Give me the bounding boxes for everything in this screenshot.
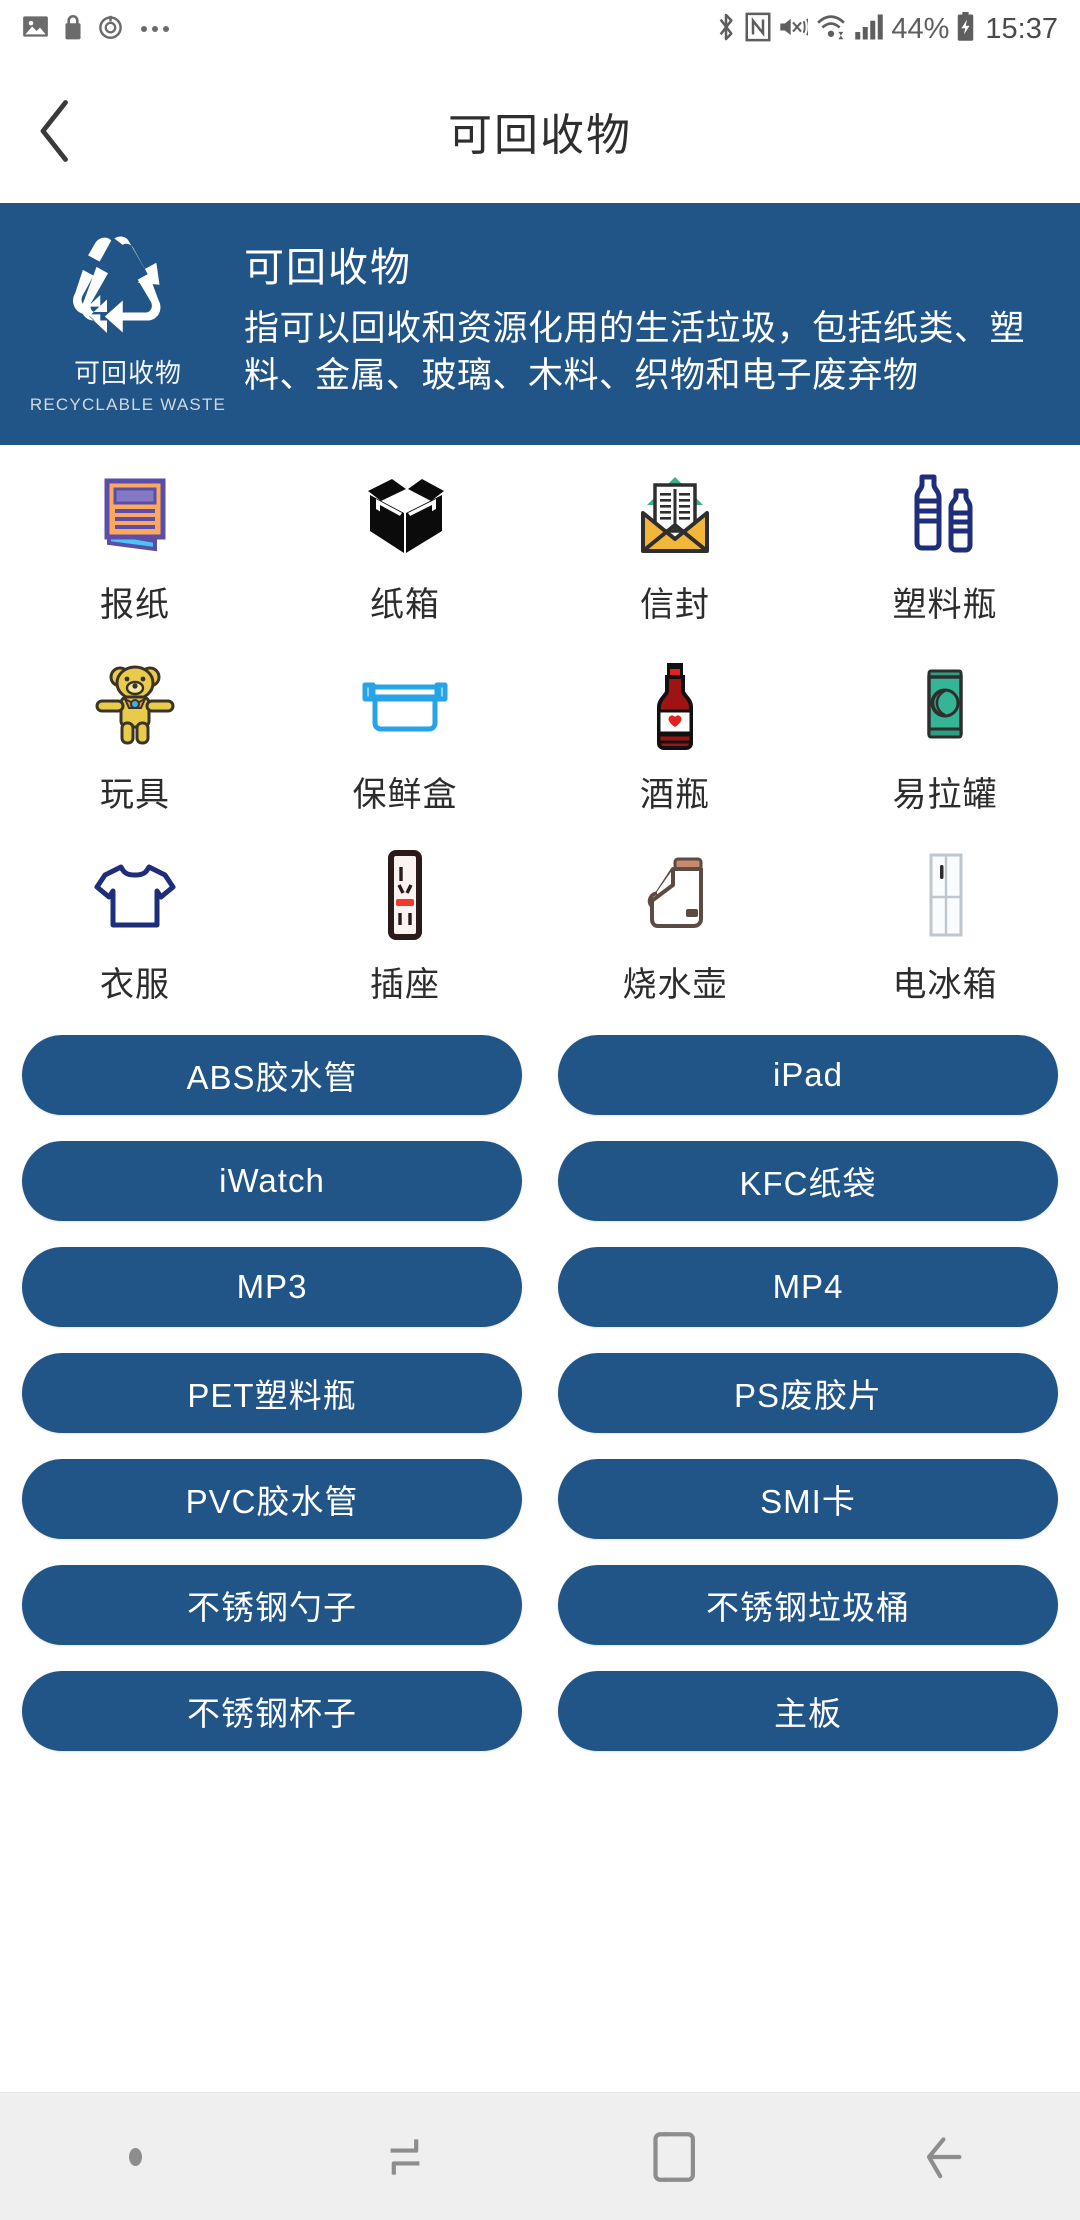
app-screen: 44% 15:37 可回收物 可回收物 RECYCLABLE WASTE 可回收…: [0, 0, 1080, 2220]
banner-text-block: 可回收物 指可以回收和资源化用的生活垃圾，包括纸类、塑料、金属、玻璃、木料、织物…: [228, 248, 1046, 399]
grid-item-newspaper[interactable]: 报纸: [0, 453, 270, 643]
teddy-bear-icon: [89, 657, 181, 753]
grid-row: 报纸 纸箱 信封 塑料瓶: [0, 453, 1080, 643]
keyword-pill[interactable]: KFC纸袋: [558, 1141, 1058, 1221]
tshirt-icon: [87, 847, 183, 943]
chevron-left-icon: [40, 99, 68, 162]
keyword-pill[interactable]: 不锈钢垃圾桶: [558, 1565, 1058, 1645]
banner-logo-label-cn: 可回收物: [73, 357, 182, 388]
bluetooth-icon: [714, 11, 738, 48]
grid-item-label: 信封: [640, 586, 710, 624]
nfc-icon: [745, 12, 771, 47]
newspaper-icon: [89, 467, 181, 563]
pill-row: iWatch KFC纸袋: [22, 1141, 1058, 1221]
grid-item-toy[interactable]: 玩具: [0, 643, 270, 833]
home-icon: [653, 2131, 695, 2182]
pill-row: PET塑料瓶 PS废胶片: [22, 1353, 1058, 1433]
banner-logo-block: 可回收物 RECYCLABLE WASTE: [28, 234, 228, 415]
keyword-pill[interactable]: ABS胶水管: [22, 1035, 522, 1115]
battery-charging-icon: [956, 11, 975, 47]
refrigerator-icon: [899, 847, 991, 943]
grid-item-wine-bottle[interactable]: 酒瓶: [540, 643, 810, 833]
grid-item-carton-box[interactable]: 纸箱: [270, 453, 540, 643]
dot-indicator-icon: [128, 2147, 142, 2166]
keyword-pill[interactable]: 不锈钢杯子: [22, 1671, 522, 1751]
item-icon-grid: 报纸 纸箱 信封 塑料瓶 玩具 保鲜盒 酒瓶 易拉罐 衣服 插座 烧水壶 电冰箱: [0, 445, 1080, 1029]
grid-item-label: 插座: [370, 966, 440, 1004]
nav-back-button[interactable]: [810, 2093, 1080, 2220]
grid-item-label: 衣服: [100, 966, 170, 1004]
kettle-icon: [629, 847, 721, 943]
banner-description: 指可以回收和资源化用的生活垃圾，包括纸类、塑料、金属、玻璃、木料、织物和电子废弃…: [244, 309, 1026, 395]
status-bar-left: [22, 13, 169, 46]
banner-title: 可回收物: [244, 246, 412, 291]
keyword-pill[interactable]: PET塑料瓶: [22, 1353, 522, 1433]
keyword-pill[interactable]: 不锈钢勺子: [22, 1565, 522, 1645]
item-keyword-list: ABS胶水管 iPad iWatch KFC纸袋 MP3 MP4 PET塑料瓶 …: [0, 1029, 1080, 2092]
back-button[interactable]: [0, 58, 110, 203]
grid-item-label: 纸箱: [370, 586, 440, 624]
alarm-icon: [97, 13, 124, 45]
pill-row: MP3 MP4: [22, 1247, 1058, 1327]
grid-item-plastic-bottle[interactable]: 塑料瓶: [810, 453, 1080, 643]
food-container-icon: [357, 657, 453, 753]
soda-can-icon: [899, 657, 991, 753]
nav-home-button[interactable]: [540, 2093, 810, 2220]
more-icon: [141, 26, 169, 32]
clock: 15:37: [985, 12, 1058, 45]
grid-item-refrigerator[interactable]: 电冰箱: [810, 833, 1080, 1023]
keyword-pill[interactable]: iWatch: [22, 1141, 522, 1221]
status-bar: 44% 15:37: [0, 0, 1080, 58]
grid-row: 衣服 插座 烧水壶 电冰箱: [0, 833, 1080, 1023]
grid-item-clothes[interactable]: 衣服: [0, 833, 270, 1023]
recents-icon: [390, 2138, 420, 2175]
grid-item-label: 易拉罐: [892, 776, 998, 814]
keyword-pill[interactable]: SMI卡: [558, 1459, 1058, 1539]
grid-item-food-container[interactable]: 保鲜盒: [270, 643, 540, 833]
grid-item-label: 玩具: [100, 776, 170, 814]
plastic-bottle-icon: [898, 467, 992, 563]
wifi-icon: [815, 12, 847, 47]
grid-item-label: 塑料瓶: [892, 586, 998, 624]
envelope-icon: [629, 467, 721, 563]
carton-box-icon: [356, 467, 454, 563]
system-nav-bar: [0, 2092, 1080, 2220]
grid-item-label: 酒瓶: [640, 776, 710, 814]
grid-row: 玩具 保鲜盒 酒瓶 易拉罐: [0, 643, 1080, 833]
back-icon: [926, 2136, 962, 2178]
pill-row: PVC胶水管 SMI卡: [22, 1459, 1058, 1539]
pill-row: 不锈钢勺子 不锈钢垃圾桶: [22, 1565, 1058, 1645]
banner-logo-label-en: RECYCLABLE WASTE: [29, 394, 227, 414]
wine-bottle-icon: [629, 657, 721, 753]
keyword-pill[interactable]: PS废胶片: [558, 1353, 1058, 1433]
keyword-pill[interactable]: 主板: [558, 1671, 1058, 1751]
mute-vibrate-icon: [778, 12, 811, 47]
keyword-pill[interactable]: PVC胶水管: [22, 1459, 522, 1539]
nav-recents-button[interactable]: [270, 2093, 540, 2220]
recycle-icon: [73, 235, 161, 333]
grid-item-label: 烧水壶: [622, 966, 728, 1004]
power-socket-icon: [359, 847, 451, 943]
grid-item-kettle[interactable]: 烧水壶: [540, 833, 810, 1023]
pill-row: 不锈钢杯子 主板: [22, 1671, 1058, 1751]
grid-item-power-socket[interactable]: 插座: [270, 833, 540, 1023]
grid-item-soda-can[interactable]: 易拉罐: [810, 643, 1080, 833]
category-banner: 可回收物 RECYCLABLE WASTE 可回收物 指可以回收和资源化用的生活…: [0, 203, 1080, 445]
keyword-pill[interactable]: MP3: [22, 1247, 522, 1327]
image-icon: [22, 13, 49, 45]
grid-item-label: 电冰箱: [892, 966, 998, 1004]
battery-percent: 44%: [891, 12, 950, 45]
lock-icon: [62, 13, 84, 46]
nav-dot-indicator[interactable]: [0, 2093, 270, 2220]
pill-row: ABS胶水管 iPad: [22, 1035, 1058, 1115]
grid-item-envelope[interactable]: 信封: [540, 453, 810, 643]
signal-icon: [854, 12, 884, 47]
grid-item-label: 报纸: [100, 586, 170, 624]
keyword-pill[interactable]: iPad: [558, 1035, 1058, 1115]
app-bar: 可回收物: [0, 58, 1080, 203]
grid-item-label: 保鲜盒: [352, 776, 458, 814]
page-title: 可回收物: [448, 110, 632, 160]
status-bar-right: 44% 15:37: [714, 11, 1058, 48]
keyword-pill[interactable]: MP4: [558, 1247, 1058, 1327]
